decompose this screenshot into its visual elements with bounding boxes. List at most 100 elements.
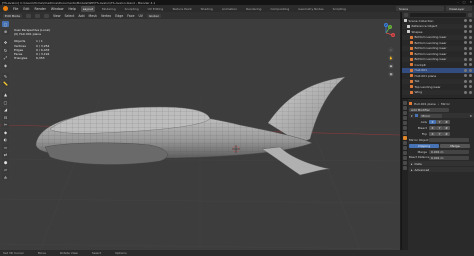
spin-tool-icon[interactable]: ◐ xyxy=(2,136,9,143)
camera-render-icon[interactable] xyxy=(469,68,472,72)
filter-icon[interactable] xyxy=(468,13,472,17)
tab-geometry-nodes[interactable]: Geometry Nodes xyxy=(296,6,325,12)
shear-tool-icon[interactable]: ▱ xyxy=(2,166,9,173)
menu-help[interactable]: Help xyxy=(68,7,75,11)
knife-tool-icon[interactable]: ✂ xyxy=(2,121,9,128)
scale-tool-icon[interactable]: ⤢ xyxy=(2,54,9,61)
face-select-icon[interactable] xyxy=(43,13,49,18)
bisect-y-toggle[interactable]: Y xyxy=(436,125,443,130)
eye-icon[interactable] xyxy=(464,85,467,89)
object-tab-icon[interactable] xyxy=(403,131,407,135)
annotate-tool-icon[interactable]: ✎ xyxy=(2,73,9,79)
flip-x-toggle[interactable]: X xyxy=(429,131,436,136)
eye-icon[interactable] xyxy=(464,41,467,45)
shrink-fatten-tool-icon[interactable]: ⬢ xyxy=(2,159,9,165)
menu-face[interactable]: Face xyxy=(127,14,134,18)
axis-x-toggle[interactable]: X xyxy=(429,119,436,124)
tab-sculpting[interactable]: Sculpting xyxy=(123,6,141,12)
menu-file[interactable]: File xyxy=(13,7,18,11)
eye-icon[interactable] xyxy=(464,79,467,83)
world-tab-icon[interactable] xyxy=(403,126,407,130)
rotate-tool-icon[interactable]: ↻ xyxy=(2,47,9,53)
3d-viewport[interactable]: User Perspective (Local) (0) Hull.001 pl… xyxy=(0,19,400,250)
scene-tab-icon[interactable] xyxy=(403,121,407,125)
bisect-distance-field[interactable]: 0.001 m xyxy=(429,155,469,160)
data-subpanel-header[interactable]: ▸ Data xyxy=(409,161,474,166)
menu-edit[interactable]: Edit xyxy=(23,7,29,11)
eye-icon[interactable] xyxy=(464,19,467,23)
modifier-tab-icon[interactable] xyxy=(403,136,407,140)
eye-icon[interactable] xyxy=(464,68,467,72)
axis-y-toggle[interactable]: Y xyxy=(436,119,443,124)
menu-mesh[interactable]: Mesh xyxy=(89,14,97,18)
tab-texture-paint[interactable]: Texture Paint xyxy=(170,6,193,12)
tab-uv-editing[interactable]: UV Editing xyxy=(146,6,166,12)
menu-select[interactable]: Select xyxy=(65,14,75,18)
view-layer-tab-icon[interactable] xyxy=(403,116,407,120)
navigation-gizmo[interactable]: X Y Z xyxy=(376,23,396,43)
transform-orientation-selector[interactable]: Global xyxy=(146,13,161,18)
tab-rendering[interactable]: Rendering xyxy=(244,6,263,12)
flip-y-toggle[interactable]: Y xyxy=(436,131,443,136)
camera-render-icon[interactable] xyxy=(469,41,472,45)
smooth-tool-icon[interactable]: ≈ xyxy=(2,144,9,150)
tab-animation[interactable]: Animation xyxy=(220,6,239,12)
mirror-object-field[interactable] xyxy=(429,137,469,142)
camera-render-icon[interactable] xyxy=(469,74,472,78)
bisect-x-toggle[interactable]: X xyxy=(429,125,436,130)
mode-selector[interactable]: Edit Mode xyxy=(3,13,22,18)
move-tool-icon[interactable]: ✥ xyxy=(2,39,9,46)
output-tab-icon[interactable] xyxy=(403,111,407,115)
menu-vertex[interactable]: Vertex xyxy=(101,14,111,18)
clipping-toggle[interactable]: Clipping xyxy=(409,143,439,148)
eye-icon[interactable] xyxy=(464,57,467,61)
zoom-icon[interactable]: ⌕ xyxy=(388,47,394,53)
bevel-tool-icon[interactable]: ◢ xyxy=(2,106,9,113)
particles-tab-icon[interactable] xyxy=(403,141,407,145)
add-modifier-button[interactable]: Add Modifier xyxy=(409,107,449,112)
camera-render-icon[interactable] xyxy=(469,52,472,56)
select-box-tool-icon[interactable]: ◻ xyxy=(2,21,9,27)
extrude-tool-icon[interactable]: ▲ xyxy=(2,91,9,98)
inset-tool-icon[interactable]: ▢ xyxy=(2,99,9,105)
camera-render-icon[interactable] xyxy=(469,35,472,39)
camera-render-icon[interactable] xyxy=(469,19,472,23)
menu-view[interactable]: View xyxy=(53,14,61,18)
menu-uv[interactable]: UV xyxy=(138,14,143,18)
scene-selector[interactable]: Scene xyxy=(396,6,444,11)
eye-icon[interactable] xyxy=(464,90,467,94)
outliner-search-input[interactable] xyxy=(410,13,466,17)
tab-layout[interactable]: Layout xyxy=(80,5,95,12)
eye-icon[interactable] xyxy=(464,35,467,39)
camera-render-icon[interactable] xyxy=(469,90,472,94)
merge-toggle[interactable]: Merge xyxy=(440,143,470,148)
data-tab-icon[interactable] xyxy=(403,156,407,160)
camera-render-icon[interactable] xyxy=(469,63,472,67)
camera-render-icon[interactable] xyxy=(469,57,472,61)
merge-distance-field[interactable]: 0.001 m xyxy=(429,149,469,154)
eye-icon[interactable] xyxy=(464,46,467,50)
view-layer-selector[interactable]: ViewLayer xyxy=(446,6,472,11)
physics-tab-icon[interactable] xyxy=(403,146,407,150)
transform-tool-icon[interactable]: ◈ xyxy=(2,62,9,68)
mirror-modifier-header[interactable]: ▾ Mirror ✕ xyxy=(409,113,474,118)
tab-compositing[interactable]: Compositing xyxy=(268,6,291,12)
edge-slide-tool-icon[interactable]: ⇄ xyxy=(2,151,9,158)
constraints-tab-icon[interactable] xyxy=(403,151,407,155)
modifier-name-field[interactable]: Mirror xyxy=(419,113,442,118)
eye-icon[interactable] xyxy=(464,30,467,34)
eye-icon[interactable] xyxy=(464,52,467,56)
close-button[interactable]: ✕ xyxy=(469,0,472,4)
poly-build-tool-icon[interactable]: ◆ xyxy=(2,129,9,135)
eye-icon[interactable] xyxy=(464,74,467,78)
axis-z-toggle[interactable]: Z xyxy=(443,119,450,124)
material-tab-icon[interactable] xyxy=(403,161,407,165)
measure-tool-icon[interactable]: 📏 xyxy=(2,80,9,87)
render-tab-icon[interactable] xyxy=(403,106,407,110)
texture-tab-icon[interactable] xyxy=(403,166,407,170)
outliner-item[interactable]: Wing xyxy=(402,89,474,95)
tab-shading[interactable]: Shading xyxy=(199,6,215,12)
flip-z-toggle[interactable]: Z xyxy=(443,131,450,136)
bisect-z-toggle[interactable]: Z xyxy=(443,125,450,130)
camera-render-icon[interactable] xyxy=(469,24,472,28)
